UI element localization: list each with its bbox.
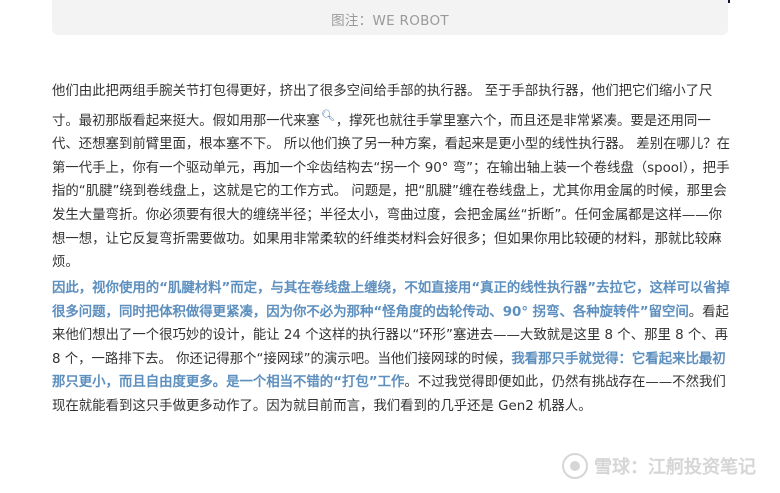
article-paragraph-1: 他们由此把两组手腕关节打包得更好，挤出了很多空间给手部的执行器。 至于手部执行器… — [52, 80, 732, 275]
search-icon[interactable]: 🔍︎ — [321, 104, 335, 128]
image-caption-box: 图注：WE ROBOT — [52, 0, 728, 35]
paragraph-text: ，撑死也就往手掌里塞六个，而且还是非常紧凑。要是还用同一代、还想塞到前臂里面，根… — [52, 113, 731, 271]
snowball-logo-icon — [562, 453, 588, 479]
search-link[interactable]: 来塞 — [293, 114, 320, 129]
highlighted-text: 因此，视你使用的“肌腱材料”而定，与其在卷线盘上缠绕，不如直接用“真正的线性执行… — [52, 281, 730, 320]
watermark-text: 雪球：江舸投资笔记 — [594, 457, 756, 478]
image-caption: 图注：WE ROBOT — [331, 13, 449, 29]
watermark: 雪球：江舸投资笔记 — [562, 453, 756, 479]
article-paragraph-2: 因此，视你使用的“肌腱材料”而定，与其在卷线盘上缠绕，不如直接用“真正的线性执行… — [52, 277, 732, 419]
